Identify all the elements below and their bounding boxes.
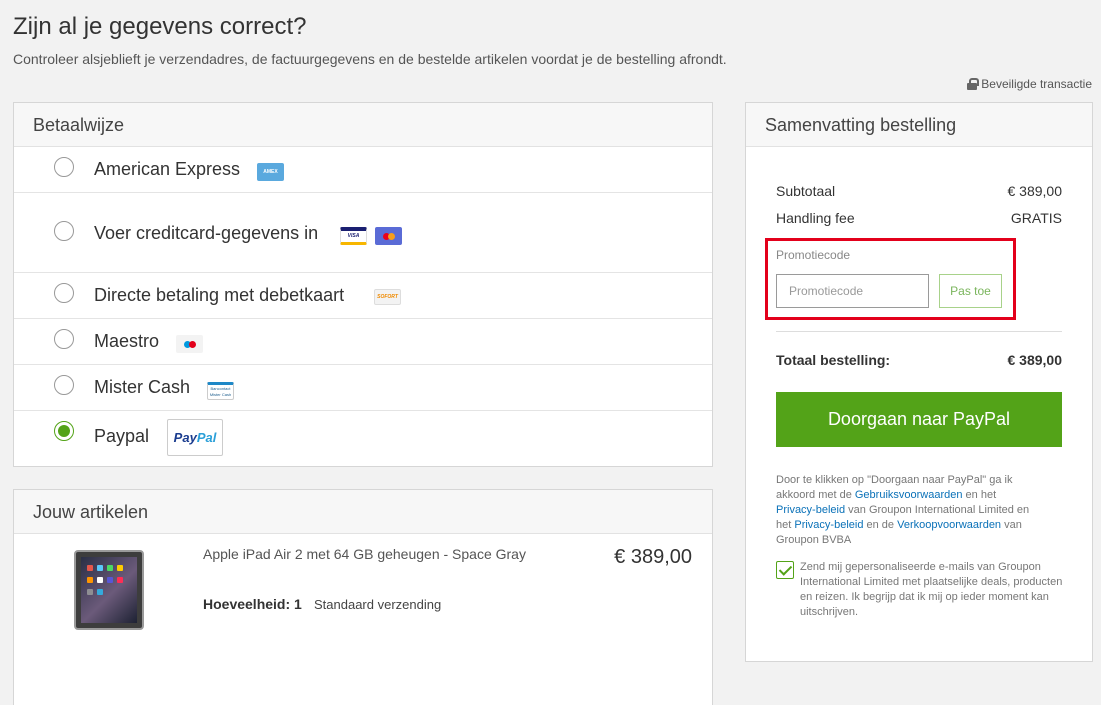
payment-title: Betaalwijze (14, 103, 712, 147)
total-label: Totaal bestelling: (776, 352, 891, 368)
radio-debit[interactable] (54, 283, 74, 303)
payment-label: Maestro (94, 331, 160, 351)
articles-panel: Jouw artikelen Apple iPad Air 2 met 64 G… (13, 489, 713, 705)
legal-part: en de (863, 519, 898, 531)
product-shipping: Standaard verzending (314, 597, 442, 612)
radio-creditcard[interactable] (54, 221, 74, 241)
payment-label: Paypal (94, 426, 150, 446)
newsletter-text: Zend mij gepersonaliseerde e-mails van G… (800, 561, 1063, 618)
legal-part: en het (962, 489, 997, 501)
product-price: € 389,00 (614, 546, 692, 568)
product-quantity: Hoeveelheid: 1 (203, 596, 302, 612)
payment-option-maestro[interactable]: Maestro (14, 319, 712, 365)
payment-option-amex[interactable]: American Express AMEX (14, 147, 712, 193)
paypal-logo-pay: Pay (173, 430, 197, 445)
payment-option-debit[interactable]: Directe betaling met debetkaart SOFORT (14, 273, 712, 319)
privacy-link-groupon-intl[interactable]: Privacy-beleid (776, 504, 845, 516)
legal-text: Door te klikken op "Doorgaan naar PayPal… (776, 473, 1036, 548)
payment-option-mistercash[interactable]: Mister Cash Bancontact Mister Cash (14, 365, 712, 411)
payment-panel: Betaalwijze American Express AMEX Voer c… (13, 102, 713, 467)
continue-paypal-button[interactable]: Doorgaan naar PayPal (776, 392, 1062, 447)
radio-maestro[interactable] (54, 329, 74, 349)
handling-label: Handling fee (776, 210, 855, 226)
payment-label: American Express (94, 159, 241, 179)
subtotal-label: Subtotaal (776, 183, 836, 199)
articles-title: Jouw artikelen (14, 490, 712, 534)
secure-transaction: Beveiligde transactie (967, 77, 1092, 91)
secure-label: Beveiligde transactie (981, 77, 1092, 91)
amex-icon: AMEX (257, 163, 284, 181)
summary-title: Samenvatting bestelling (746, 103, 1092, 147)
apply-promo-button[interactable]: Pas toe (939, 274, 1002, 308)
summary-divider (776, 331, 1062, 332)
privacy-link-groupon-bvba[interactable]: Privacy-beleid (794, 519, 863, 531)
handling-value: GRATIS (1010, 210, 1062, 226)
promo-label: Promotiecode (776, 248, 851, 262)
payment-label: Directe betaling met debetkaart (94, 285, 345, 305)
page-subtitle: Controleer alsjeblieft je verzendadres, … (13, 51, 727, 67)
radio-amex[interactable] (54, 157, 74, 177)
page-title: Zijn al je gegevens correct? (13, 13, 307, 40)
radio-paypal[interactable] (54, 421, 74, 441)
newsletter-checkbox[interactable] (776, 561, 794, 579)
promo-code-input[interactable] (776, 274, 929, 308)
total-row: Totaal bestelling: € 389,00 (776, 352, 1062, 368)
maestro-icon (176, 335, 203, 353)
terms-link[interactable]: Gebruiksvoorwaarden (855, 489, 963, 501)
mastercard-icon (375, 227, 402, 245)
paypal-logo-pal: Pal (196, 430, 217, 445)
mistercash-icon: Bancontact Mister Cash (207, 382, 234, 400)
subtotal-value: € 389,00 (1007, 183, 1063, 199)
product-image (74, 550, 144, 630)
payment-option-paypal[interactable]: Paypal PayPal (14, 411, 712, 467)
paypal-icon: PayPal (167, 419, 223, 456)
lock-icon (967, 78, 980, 90)
order-summary-panel: Samenvatting bestelling Subtotaal € 389,… (745, 102, 1093, 662)
sales-terms-link[interactable]: Verkoopvoorwaarden (897, 519, 1001, 531)
total-value: € 389,00 (1007, 352, 1063, 368)
radio-mistercash[interactable] (54, 375, 74, 395)
payment-label: Mister Cash (94, 377, 191, 397)
sofort-icon: SOFORT (374, 289, 401, 305)
payment-option-creditcard[interactable]: Voer creditcard-gegevens in VISA (14, 193, 712, 273)
handling-row: Handling fee GRATIS (776, 210, 1062, 226)
subtotal-row: Subtotaal € 389,00 (776, 183, 1062, 199)
payment-label: Voer creditcard-gegevens in (94, 223, 319, 243)
product-name: Apple iPad Air 2 met 64 GB geheugen - Sp… (203, 546, 526, 562)
visa-icon: VISA (340, 227, 367, 245)
